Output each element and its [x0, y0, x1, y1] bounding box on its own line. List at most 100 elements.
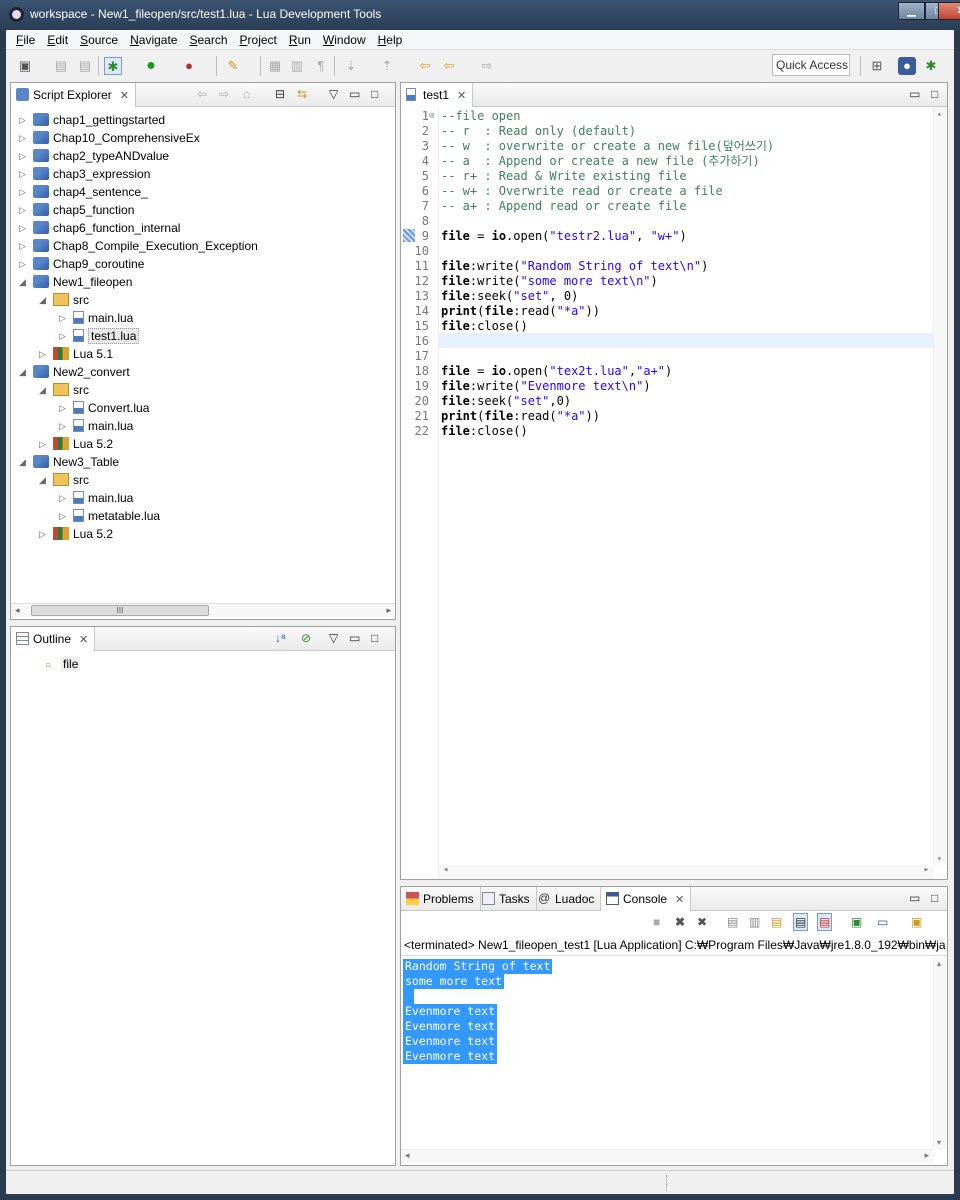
- code-line[interactable]: -- a+ : Append read or create file: [441, 199, 687, 214]
- search-tool-icon[interactable]: ✎: [224, 57, 242, 75]
- code-line[interactable]: -- a : Append or create a new file (추가하기…: [441, 154, 760, 169]
- expand-arrow-icon[interactable]: ▷: [59, 399, 69, 417]
- tree-item[interactable]: ▷ main.lua: [59, 309, 133, 327]
- tree-item[interactable]: ▷ Lua 5.1: [39, 345, 113, 363]
- menu-run[interactable]: Run: [289, 33, 311, 47]
- console-hscroll[interactable]: ◂ ▸: [401, 1149, 933, 1163]
- code-line[interactable]: file:close(): [441, 319, 528, 334]
- menu-help[interactable]: Help: [378, 33, 403, 47]
- display-console-icon[interactable]: ▭: [877, 915, 888, 929]
- clear-console-icon[interactable]: ▤: [727, 915, 738, 929]
- code-line[interactable]: print(file:read("*a")): [441, 304, 600, 319]
- menu-file[interactable]: File: [16, 33, 35, 47]
- tree-item[interactable]: ▷ Lua 5.2: [39, 435, 113, 453]
- lua-perspective-icon[interactable]: ●: [898, 57, 916, 75]
- hide-fields-icon[interactable]: ⊘: [301, 631, 311, 645]
- expand-arrow-icon[interactable]: ▷: [59, 417, 69, 435]
- link-editor-icon[interactable]: ⇆: [297, 87, 307, 101]
- word-wrap-icon[interactable]: ▤: [771, 915, 782, 929]
- code-line[interactable]: -- w+ : Overwrite read or create a file: [441, 184, 723, 199]
- tree-item[interactable]: ◢ src: [39, 381, 89, 399]
- view-menu-icon[interactable]: ▽: [329, 87, 338, 101]
- tree-item[interactable]: ▷ Chap10_ComprehensiveEx: [19, 129, 200, 147]
- close-button[interactable]: ✕: [938, 2, 960, 20]
- external-tools-icon[interactable]: ●: [180, 57, 198, 75]
- block-icon[interactable]: ▥: [288, 57, 306, 75]
- code-line[interactable]: file:seek("set",0): [441, 394, 571, 409]
- minimize-view-icon[interactable]: ▭: [349, 87, 360, 101]
- code-line[interactable]: file:write("some more text\n"): [441, 274, 658, 289]
- console-output[interactable]: Random String of text some more text Even…: [401, 957, 933, 1149]
- open-console-icon[interactable]: ▣: [911, 915, 922, 929]
- expand-arrow-icon[interactable]: ▷: [19, 219, 29, 237]
- code-line[interactable]: -- r : Read only (default): [441, 124, 636, 139]
- minimize-view-icon[interactable]: ▭: [909, 891, 920, 905]
- editor-hscroll[interactable]: ◂ ▸: [439, 865, 933, 879]
- pilcrow-icon[interactable]: ¶: [312, 57, 330, 75]
- tree-item[interactable]: ▷ Lua 5.2: [39, 525, 113, 543]
- collapse-arrow-icon[interactable]: ◢: [19, 363, 29, 381]
- tree-item[interactable]: ▷ Convert.lua: [59, 399, 149, 417]
- tree-item[interactable]: ◢ New2_convert: [19, 363, 130, 381]
- tree-item[interactable]: ▷ test1.lua: [59, 327, 140, 345]
- collapse-arrow-icon[interactable]: ◢: [39, 291, 49, 309]
- expand-arrow-icon[interactable]: ▷: [19, 201, 29, 219]
- expand-arrow-icon[interactable]: ▷: [59, 489, 69, 507]
- tree-item[interactable]: ▷ Chap8_Compile_Execution_Exception: [19, 237, 258, 255]
- terminate-icon[interactable]: ■: [653, 915, 660, 929]
- collapse-all-icon[interactable]: ⊟: [275, 87, 285, 101]
- menu-search[interactable]: Search: [189, 33, 227, 47]
- code-editor[interactable]: 1 2 3 4 5 6 7 8 9 10 11 12 13 14 15 16 17 18 19 20 21 22 ⊖ --f…: [401, 107, 947, 879]
- tab-outline[interactable]: Outline ✕: [11, 627, 96, 651]
- new-icon[interactable]: ▣: [16, 57, 34, 75]
- save-all-icon[interactable]: ▤: [76, 57, 94, 75]
- tree-item[interactable]: ▷ chap2_typeANDvalue: [19, 147, 169, 165]
- expand-arrow-icon[interactable]: ▷: [19, 147, 29, 165]
- expand-arrow-icon[interactable]: ▷: [19, 111, 29, 129]
- collapse-arrow-icon[interactable]: ◢: [19, 273, 29, 291]
- minimize-button[interactable]: ▁: [898, 2, 925, 20]
- back-nav-icon[interactable]: ⇦: [197, 87, 207, 101]
- maximize-view-icon[interactable]: □: [371, 87, 378, 101]
- code-line[interactable]: file:seek("set", 0): [441, 289, 578, 304]
- expand-arrow-icon[interactable]: ▷: [39, 525, 49, 543]
- run-icon[interactable]: ●: [142, 57, 160, 75]
- close-icon[interactable]: ✕: [120, 90, 129, 102]
- tab-test1[interactable]: test1 ✕: [401, 83, 474, 107]
- tab-script-explorer[interactable]: Script Explorer ✕: [11, 83, 136, 107]
- tab-console[interactable]: Console ✕: [601, 887, 692, 911]
- close-icon[interactable]: ✕: [457, 90, 466, 102]
- menu-navigate[interactable]: Navigate: [130, 33, 177, 47]
- editor-vscroll[interactable]: ▴ ▾: [933, 107, 947, 865]
- show-on-stdout-icon[interactable]: ▤: [793, 913, 809, 931]
- forward-icon[interactable]: ⇨: [478, 57, 496, 75]
- expand-arrow-icon[interactable]: ▷: [59, 507, 69, 525]
- expand-arrow-icon[interactable]: ▷: [19, 183, 29, 201]
- console-vscroll[interactable]: ▴ ▾: [933, 957, 947, 1149]
- expand-arrow-icon[interactable]: ▷: [19, 237, 29, 255]
- remove-launch-icon[interactable]: ✖: [675, 915, 685, 929]
- forward-nav-icon[interactable]: ⇨: [219, 87, 229, 101]
- tree-item[interactable]: ▷ chap6_function_internal: [19, 219, 180, 237]
- expand-arrow-icon[interactable]: ▷: [59, 309, 69, 327]
- expand-arrow-icon[interactable]: ▷: [19, 165, 29, 183]
- tree-item[interactable]: ◢ src: [39, 471, 89, 489]
- minimize-view-icon[interactable]: ▭: [349, 631, 360, 645]
- code-line[interactable]: -- r+ : Read & Write existing file: [441, 169, 687, 184]
- explorer-hscroll[interactable]: ◂ III ▸: [11, 603, 395, 617]
- tree-item[interactable]: ◢ New1_fileopen: [19, 273, 132, 291]
- outline-item-file[interactable]: ○ file: [45, 655, 81, 673]
- maximize-view-icon[interactable]: □: [371, 631, 378, 645]
- back-icon[interactable]: ⇦: [440, 57, 458, 75]
- save-icon[interactable]: ▤: [52, 57, 70, 75]
- minimize-view-icon[interactable]: ▭: [909, 87, 920, 101]
- fold-toggle-icon[interactable]: ⊖: [429, 109, 434, 124]
- code-line[interactable]: file:close(): [441, 424, 528, 439]
- tree-item[interactable]: ▷ chap5_function: [19, 201, 134, 219]
- sort-icon[interactable]: ↓ᵃ: [275, 631, 285, 645]
- tab-luadoc[interactable]: @ Luadoc: [533, 887, 602, 911]
- collapse-arrow-icon[interactable]: ◢: [19, 453, 29, 471]
- next-annotation-icon[interactable]: ⇣: [342, 57, 360, 75]
- tree-item[interactable]: ◢ src: [39, 291, 89, 309]
- expand-arrow-icon[interactable]: ▷: [39, 435, 49, 453]
